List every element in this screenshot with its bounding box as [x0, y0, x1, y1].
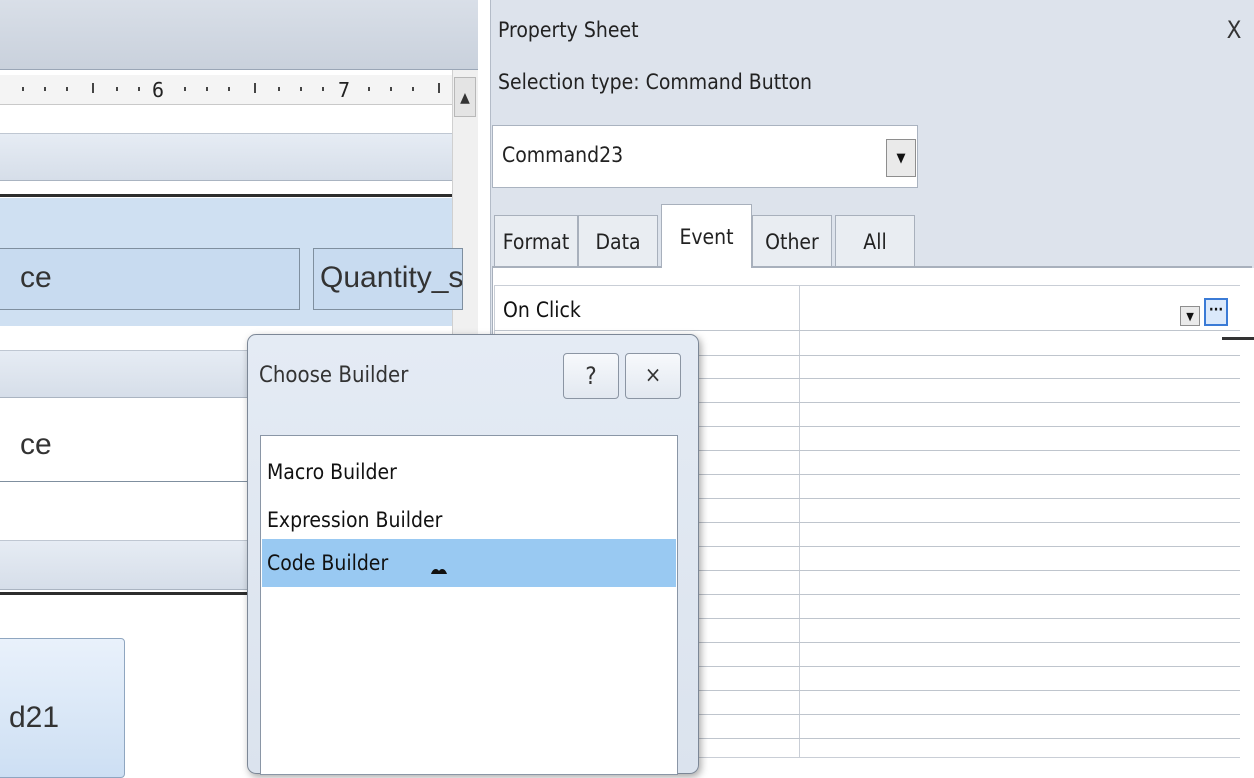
grid-edge-mark [1222, 337, 1254, 340]
ruler-tick [412, 87, 414, 91]
property-sheet-title: Property Sheet [498, 18, 639, 42]
close-icon[interactable]: ⨯ [625, 353, 681, 399]
help-icon[interactable]: ? [563, 353, 619, 399]
list-item-expression-builder[interactable]: Expression Builder [262, 496, 676, 544]
ruler-tick [254, 83, 256, 93]
ruler-tick [92, 83, 94, 93]
ruler-tick [322, 87, 324, 91]
ruler-tick [66, 87, 68, 91]
tab-data[interactable]: Data [578, 215, 658, 267]
ruler-tick [368, 87, 370, 91]
ruler-number: 6 [152, 78, 165, 102]
list-item-code-builder[interactable]: Code Builder [262, 539, 676, 587]
dialog-title: Choose Builder [259, 363, 409, 388]
tab-event[interactable]: Event [661, 204, 752, 268]
price-label-control[interactable]: ce [0, 248, 300, 310]
form-design-titlebar [0, 0, 478, 70]
ruler-tick [44, 87, 46, 91]
horizontal-ruler: 6 7 [0, 75, 452, 105]
tab-other[interactable]: Other [752, 215, 832, 267]
ruler-tick [206, 87, 208, 91]
build-ellipsis-button[interactable]: ··· [1204, 298, 1228, 326]
chevron-down-icon[interactable]: ▼ [886, 139, 916, 177]
section-divider [0, 194, 452, 197]
selection-type-label: Selection type: Command Button [498, 70, 813, 94]
on-click-property-label[interactable]: On Click [503, 298, 581, 322]
grid-row-divider [494, 330, 1240, 331]
object-selector-value: Command23 [502, 143, 624, 167]
chevron-down-icon[interactable]: ▼ [1180, 306, 1200, 326]
ruler-tick [390, 87, 392, 91]
ruler-tick [22, 87, 24, 91]
ruler-tick [438, 83, 440, 93]
ruler-tick [138, 87, 140, 91]
tab-all[interactable]: All [835, 215, 915, 267]
ruler-tick [184, 87, 186, 91]
ruler-tick [228, 87, 230, 91]
ruler-number: 7 [338, 78, 351, 102]
scroll-up-icon[interactable]: ▲ [454, 77, 476, 117]
command-button-control[interactable]: d21 [0, 638, 125, 778]
form-header-section-bar[interactable] [0, 133, 452, 181]
property-sheet-close-icon[interactable]: X [1222, 16, 1246, 44]
tab-format[interactable]: Format [494, 215, 578, 267]
quantity-label-control[interactable]: Quantity_s [313, 248, 463, 310]
ruler-tick [116, 87, 118, 91]
mouse-cursor-icon [431, 569, 447, 574]
ruler-tick [278, 87, 280, 91]
list-item-macro-builder[interactable]: Macro Builder [262, 448, 676, 496]
ruler-tick [300, 87, 302, 91]
